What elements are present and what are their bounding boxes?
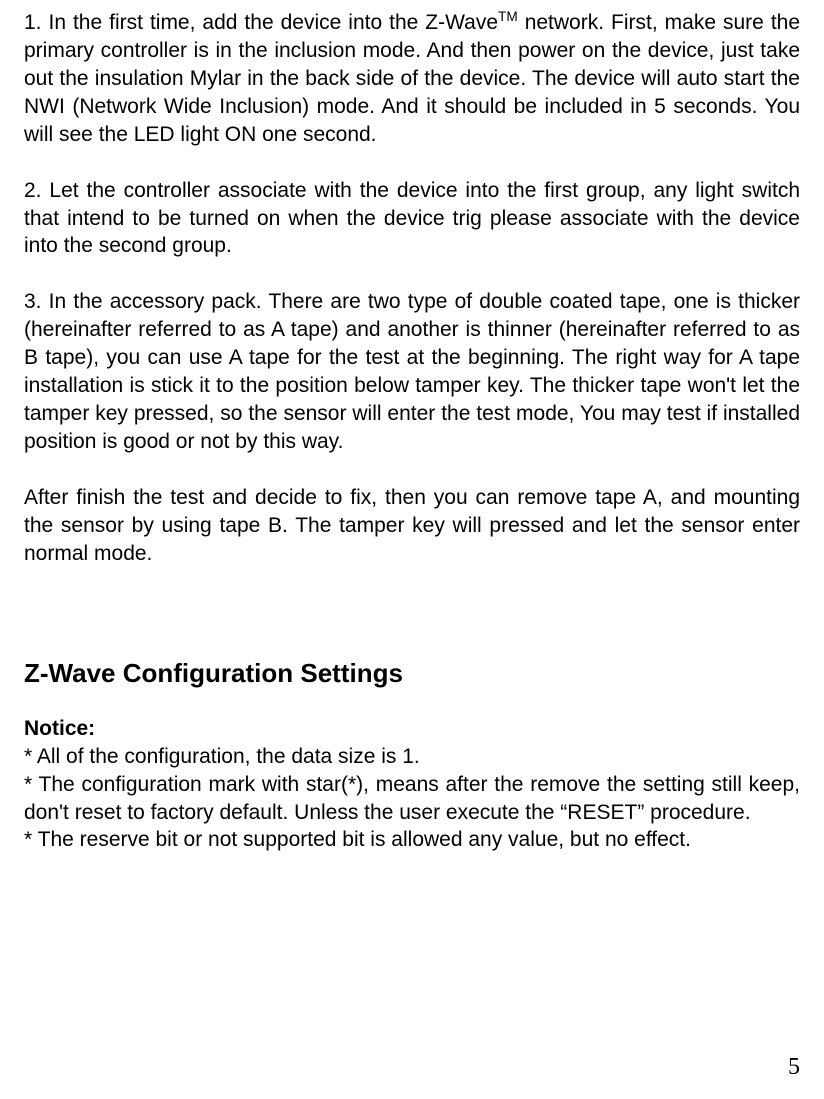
page-content: 1. In the first time, add the device int… <box>0 0 824 878</box>
paragraph-4: After finish the test and decide to fix,… <box>24 484 800 568</box>
notice-block: Notice: * All of the configuration, the … <box>24 717 800 855</box>
paragraph-2: 2. Let the controller associate with the… <box>24 177 800 261</box>
page-number: 5 <box>788 1054 800 1081</box>
notice-label: Notice: <box>24 717 800 741</box>
trademark-symbol: TM <box>498 9 518 24</box>
notice-line-3: * The reserve bit or not supported bit i… <box>24 826 800 854</box>
notice-line-1: * All of the configuration, the data siz… <box>24 743 800 771</box>
paragraph-3: 3. In the accessory pack. There are two … <box>24 288 800 456</box>
notice-line-2: * The configuration mark with star(*), m… <box>24 771 800 827</box>
paragraph-1: 1. In the first time, add the device int… <box>24 8 800 149</box>
section-heading: Z-Wave Configuration Settings <box>24 658 800 689</box>
paragraph-1-pre: 1. In the first time, add the device int… <box>24 11 498 34</box>
